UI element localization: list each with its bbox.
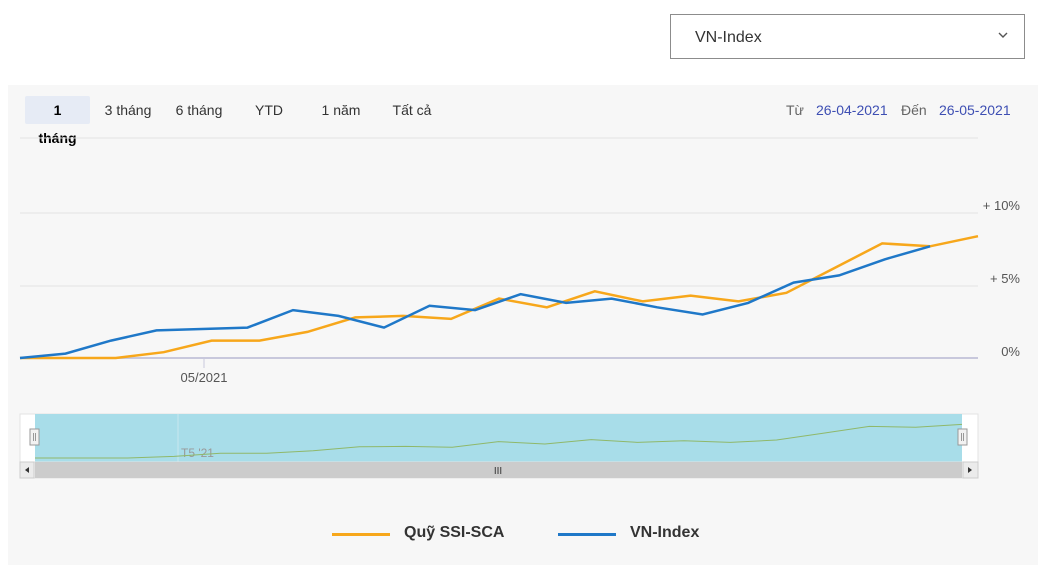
navigator-selected-range[interactable]: [35, 414, 962, 462]
series-line-quy-ssi-sca: [20, 234, 979, 360]
navigator-handle-right[interactable]: [957, 428, 968, 446]
legend-label-quy-ssi-sca: Quỹ SSI-SCA: [404, 524, 505, 541]
legend-line-quy-ssi-sca: [332, 533, 390, 536]
navigator[interactable]: T5 '21: [19, 413, 979, 463]
legend-label-vn-index: VN-Index: [630, 524, 700, 541]
legend-line-vn-index: [558, 533, 616, 536]
navigator-handle-left[interactable]: [29, 428, 40, 446]
scrollbar-left-arrow[interactable]: [19, 461, 35, 479]
y-tick-label-10: + 10%: [983, 198, 1021, 213]
x-tick-label-05-2021: 05/2021: [181, 370, 228, 385]
series-line-vn-index: [19, 245, 931, 360]
scrollbar-right-arrow[interactable]: [962, 461, 979, 479]
line-chart: + 10% + 5% 0% 05/2021 T5 '21 III: [19, 137, 1021, 479]
scrollbar-grip-icon: III: [494, 466, 502, 477]
navigator-scrollbar[interactable]: III: [19, 461, 979, 479]
y-tick-label-5: + 5%: [990, 271, 1020, 286]
navigator-tick-label: T5 '21: [181, 446, 214, 460]
chart-grid: [20, 137, 978, 359]
y-tick-label-0: 0%: [1001, 344, 1020, 359]
